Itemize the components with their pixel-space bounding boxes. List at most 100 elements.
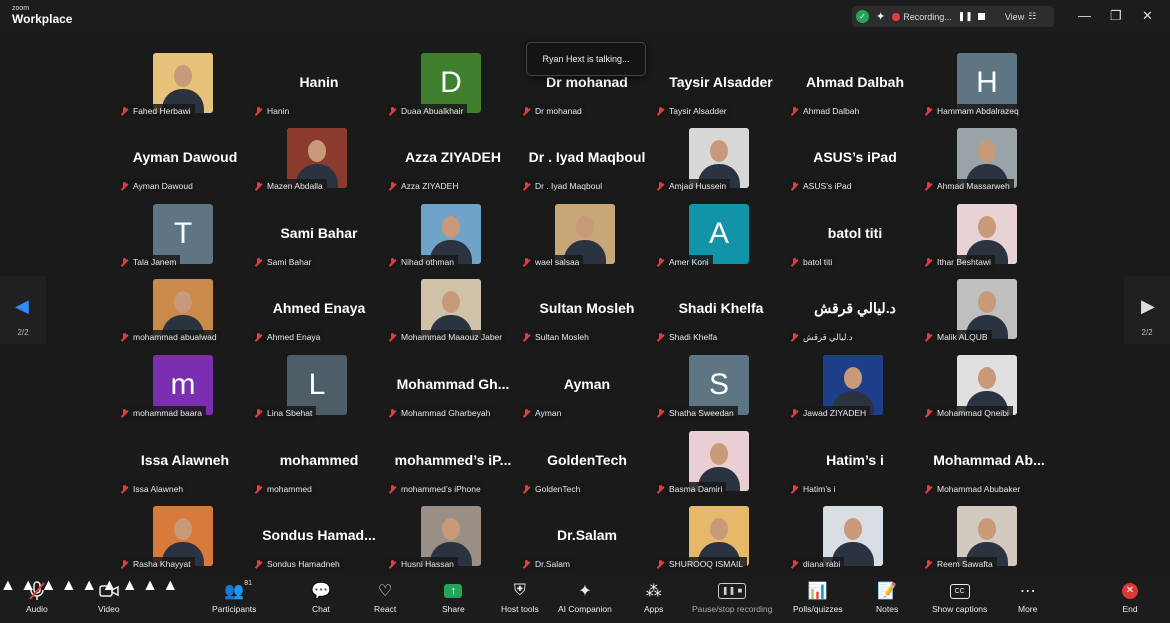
participant-tile[interactable]: Mohammad Gh... Mohammad Gharbeyah (386, 354, 520, 429)
participant-tile[interactable]: Reem Sawafta (922, 505, 1056, 580)
participant-name-label: Ithar Beshtawi (923, 255, 995, 269)
participant-tile[interactable]: mohammed’s iP... mohammed’s iPhone (386, 430, 520, 505)
participant-tile[interactable]: Basma Damiri (654, 430, 788, 505)
muted-mic-icon (791, 257, 798, 267)
participant-tile[interactable]: Mohammad Qneibi (922, 354, 1056, 429)
chat-options-caret-icon[interactable]: ▲ (61, 577, 77, 594)
participant-tile[interactable]: Amjad Hussein (654, 127, 788, 202)
muted-mic-icon (121, 106, 128, 116)
participant-tile[interactable]: Dr.Salam Dr.Salam (520, 505, 654, 580)
prev-page-button[interactable]: ◀ 2/2 (0, 276, 46, 344)
participant-tile[interactable]: mohammad abualwad (118, 278, 252, 353)
security-shield-icon[interactable]: ✓ (856, 10, 869, 23)
participant-tile[interactable]: Mohammad Maaouz Jaber (386, 278, 520, 353)
participant-tile[interactable]: Dr . Iyad Maqboul Dr . Iyad Maqboul (520, 127, 654, 202)
participant-tile[interactable]: L Lina Sbehat (252, 354, 386, 429)
participant-tile[interactable]: Sami Bahar Sami Bahar (252, 203, 386, 278)
apps-options-caret-icon[interactable]: ▲ (122, 577, 138, 594)
participant-tile[interactable]: batol titi batol titi (788, 203, 922, 278)
muted-mic-icon (925, 332, 932, 342)
close-window-icon[interactable]: ✕ (1142, 8, 1153, 24)
participant-tile[interactable]: diana rabi (788, 505, 922, 580)
react-button[interactable]: ♡ React (374, 580, 396, 620)
apps-button[interactable]: ⁂ Apps (644, 580, 663, 620)
muted-mic-icon (255, 559, 262, 569)
audio-button[interactable]: Audio (26, 580, 48, 620)
participant-name-label: Sultan Mosleh (521, 330, 593, 344)
participant-tile[interactable]: D Duaa Abualkhair (386, 52, 520, 127)
participant-name-text: Mohammad Gharbeyah (401, 408, 491, 418)
participant-tile[interactable]: Ithar Beshtawi (922, 203, 1056, 278)
ai-sparkle-icon[interactable]: ✦ (876, 10, 885, 23)
participant-tile[interactable]: Taysir Alsadder Taysir Alsadder (654, 52, 788, 127)
muted-mic-icon (523, 332, 530, 342)
notes-options-caret-icon[interactable]: ▲ (142, 577, 158, 594)
muted-mic-icon (791, 106, 798, 116)
participant-tile[interactable]: Jawad ZIYADEH (788, 354, 922, 429)
polls-button[interactable]: 📊 Polls/quizzes (793, 580, 843, 620)
chat-button[interactable]: 💬 Chat (311, 580, 331, 620)
more-button[interactable]: ⋯ More (1018, 580, 1037, 620)
participant-tile[interactable]: Ayman Ayman (520, 354, 654, 429)
participant-tile[interactable]: m mohammad baara (118, 354, 252, 429)
muted-mic-icon (657, 106, 664, 116)
muted-mic-icon (925, 408, 932, 418)
participant-tile[interactable]: Shadi Khelfa Shadi Khelfa (654, 278, 788, 353)
participant-tile[interactable]: Mohammad Ab... Mohammad Abubaker (922, 430, 1056, 505)
host-tools-button[interactable]: ⛨ Host tools (501, 580, 539, 620)
participant-tile[interactable]: د.ليالي قرقش د.ليالي قرقش (788, 278, 922, 353)
participants-button[interactable]: 👥 81 Participants (212, 580, 256, 620)
participant-tile[interactable]: Sondus Hamad... Sondus Hamadneh (252, 505, 386, 580)
participant-tile[interactable]: Sultan Mosleh Sultan Mosleh (520, 278, 654, 353)
captions-options-caret-icon[interactable]: ▲ (162, 577, 178, 594)
participant-tile[interactable]: GoldenTech GoldenTech (520, 430, 654, 505)
participant-name-text: Sondus Hamadneh (267, 559, 340, 569)
show-captions-button[interactable]: CC Show captions (932, 580, 987, 620)
participant-tile[interactable]: Mazen Abdalla (252, 127, 386, 202)
muted-mic-icon (523, 257, 530, 267)
participant-display-name: ASUS’s iPad (813, 149, 897, 165)
participant-name-label: mohammad baara (119, 406, 206, 420)
notes-button[interactable]: 📝 Notes (876, 580, 898, 620)
participant-tile[interactable]: Ayman Dawoud Ayman Dawoud (118, 127, 252, 202)
minimize-icon[interactable]: — (1078, 8, 1091, 23)
react-options-caret-icon[interactable]: ▲ (81, 577, 97, 594)
participant-tile[interactable]: mohammed mohammed (252, 430, 386, 505)
participant-tile[interactable]: SHUROOQ ISMAIL (654, 505, 788, 580)
participant-name-text: Amjad Hussein (669, 181, 727, 191)
participant-tile[interactable]: H Hammam Abdalrazeq (922, 52, 1056, 127)
participant-tile[interactable]: wael salsaa (520, 203, 654, 278)
participant-tile[interactable]: A Amer Koni (654, 203, 788, 278)
participant-tile[interactable]: Husni Hassan (386, 505, 520, 580)
participant-name-text: diana rabi (803, 559, 841, 569)
restore-icon[interactable]: ❐ (1110, 8, 1122, 24)
pause-recording-icon[interactable]: ❚❚ (958, 11, 973, 22)
participant-tile[interactable]: T Tala Janem (118, 203, 252, 278)
pause-stop-recording-button[interactable]: ❚❚ ■ Pause/stop recording (692, 580, 772, 620)
participant-tile[interactable]: Malik ALQUB (922, 278, 1056, 353)
participant-tile[interactable]: Hatim’s i Hatim’s i (788, 430, 922, 505)
share-button[interactable]: ↑ Share (442, 580, 465, 620)
participant-name-text: wael salsaa (535, 257, 580, 267)
participant-tile[interactable]: Issa Alawneh Issa Alawneh (118, 430, 252, 505)
stop-recording-icon[interactable] (977, 13, 985, 20)
participant-tile[interactable]: Fahed Herbawi (118, 52, 252, 127)
participant-tile[interactable]: ASUS’s iPad ASUS’s iPad (788, 127, 922, 202)
next-page-button[interactable]: ▶ 2/2 (1124, 276, 1170, 344)
grid-view-icon[interactable]: ☷ (1028, 11, 1036, 22)
ai-companion-button[interactable]: ✦ AI Companion (558, 580, 612, 620)
participant-tile[interactable]: Ahmad Dalbah Ahmad Dalbah (788, 52, 922, 127)
participant-tile[interactable]: Nihad othman (386, 203, 520, 278)
participant-tile[interactable]: Azza ZIYADEH Azza ZIYADEH (386, 127, 520, 202)
participant-tile[interactable]: Rasha Khayyat (118, 505, 252, 580)
participant-tile[interactable]: Ahmad Massarweh (922, 127, 1056, 202)
participant-name-label: Lina Sbehat (253, 406, 317, 420)
view-button[interactable]: View (1005, 12, 1024, 22)
video-button[interactable]: Video (98, 580, 120, 620)
participant-name-text: Mohammad Abubaker (937, 484, 1021, 494)
participant-tile[interactable]: S Shatha Sweedan (654, 354, 788, 429)
participant-tile[interactable]: Ahmed Enaya Ahmed Enaya (252, 278, 386, 353)
participant-tile[interactable]: Hanin Hanin (252, 52, 386, 127)
end-meeting-button[interactable]: ✕ End (1122, 580, 1138, 620)
audio-options-caret-icon[interactable]: ▲ (0, 577, 16, 594)
